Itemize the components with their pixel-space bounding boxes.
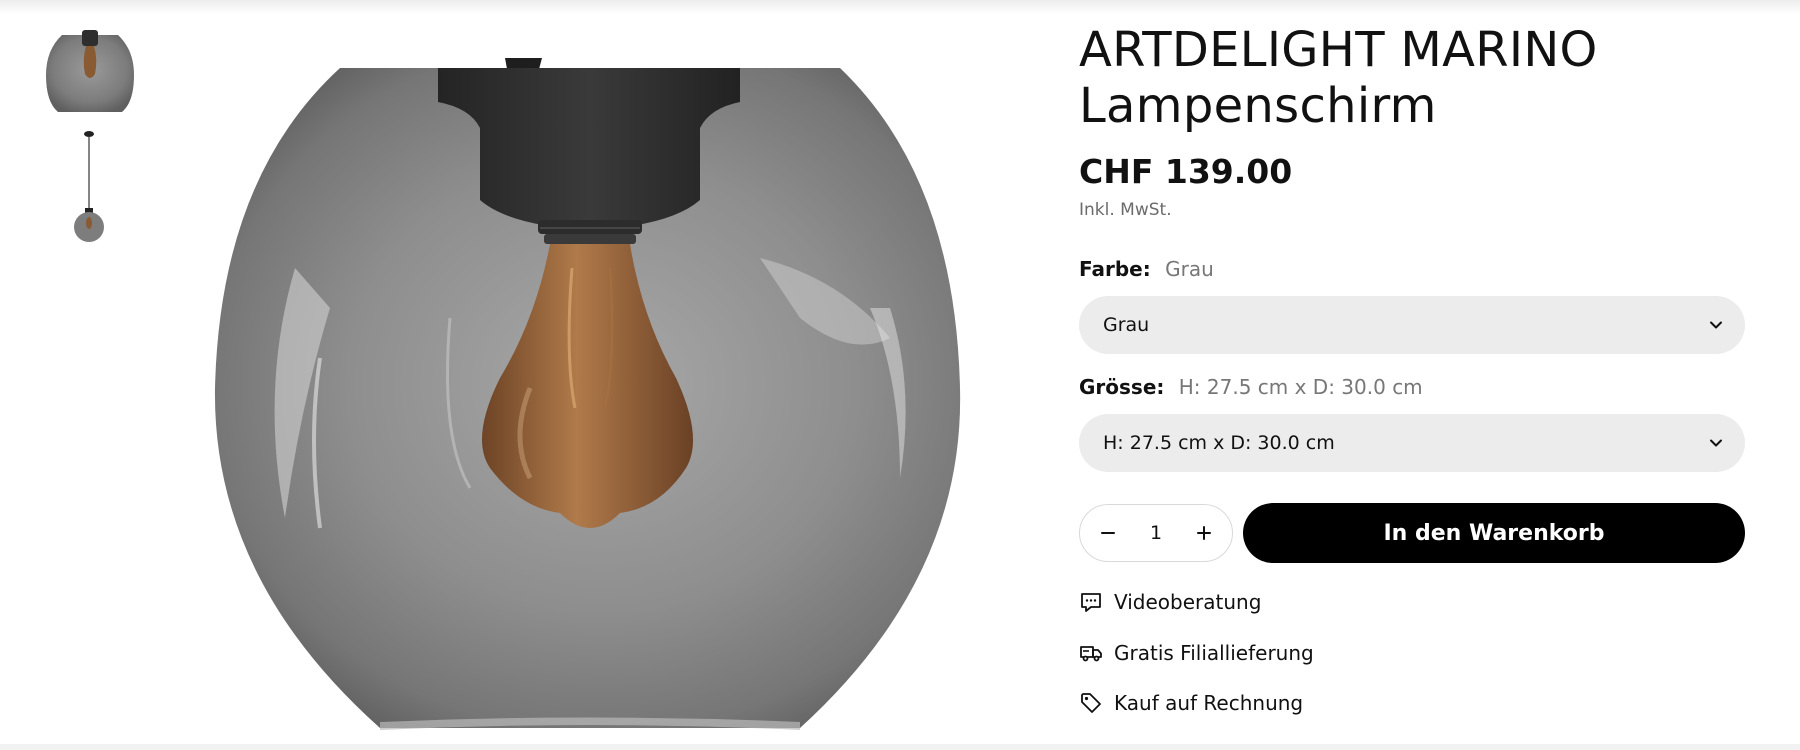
product-title-line1: ARTDELIGHT MARINO bbox=[1079, 22, 1598, 78]
color-selected-value: Grau bbox=[1165, 257, 1214, 281]
quantity-decrease-button[interactable] bbox=[1088, 513, 1128, 553]
color-label: Farbe: bbox=[1079, 257, 1151, 281]
bottom-edge bbox=[0, 744, 1800, 750]
feature-label: Videoberatung bbox=[1114, 590, 1262, 614]
product-title: ARTDELIGHT MARINO Lampenschirm bbox=[1079, 22, 1745, 134]
size-select[interactable]: H: 27.5 cm x D: 30.0 cm bbox=[1079, 414, 1745, 472]
thumbnail-pendant-lamp[interactable] bbox=[64, 130, 114, 242]
pendant-lamp-thumb-image bbox=[74, 131, 104, 242]
plus-icon bbox=[1197, 526, 1211, 540]
size-option-label: Grösse: H: 27.5 cm x D: 30.0 cm bbox=[1079, 374, 1745, 400]
truck-icon bbox=[1080, 646, 1102, 662]
chat-bubble-icon bbox=[1081, 593, 1101, 612]
size-selected-value: H: 27.5 cm x D: 30.0 cm bbox=[1178, 375, 1423, 399]
minus-icon bbox=[1101, 532, 1115, 534]
quantity-value[interactable]: 1 bbox=[1150, 522, 1162, 544]
chevron-down-icon bbox=[1710, 321, 1722, 329]
lamp-shade-thumb-image bbox=[46, 30, 134, 112]
product-title-line2: Lampenschirm bbox=[1079, 78, 1437, 134]
feature-free-delivery[interactable]: Gratis Filiallieferung bbox=[1079, 638, 1745, 668]
chevron-down-icon bbox=[1710, 439, 1722, 447]
size-label: Grösse: bbox=[1079, 375, 1165, 399]
glass-lampshade-illustration bbox=[214, 58, 961, 730]
feature-label: Gratis Filiallieferung bbox=[1114, 641, 1314, 665]
feature-label: Kauf auf Rechnung bbox=[1114, 691, 1304, 715]
feature-pay-on-invoice[interactable]: Kauf auf Rechnung bbox=[1079, 688, 1745, 718]
main-product-image[interactable] bbox=[200, 58, 980, 734]
thumbnail-lamp-shade[interactable] bbox=[44, 30, 136, 116]
tax-note: Inkl. MwSt. bbox=[1079, 200, 1172, 220]
quantity-stepper: 1 bbox=[1079, 504, 1233, 562]
add-to-cart-button[interactable]: In den Warenkorb bbox=[1243, 503, 1745, 563]
color-select-value: Grau bbox=[1103, 314, 1150, 336]
purchase-row: 1 In den Warenkorb bbox=[1079, 503, 1745, 563]
top-shadow bbox=[0, 0, 1800, 14]
tag-icon bbox=[1081, 693, 1101, 713]
size-select-value: H: 27.5 cm x D: 30.0 cm bbox=[1103, 432, 1335, 454]
quantity-increase-button[interactable] bbox=[1184, 513, 1224, 553]
feature-video-consultation[interactable]: Videoberatung bbox=[1079, 587, 1745, 617]
product-price: CHF 139.00 bbox=[1079, 152, 1293, 191]
color-select[interactable]: Grau bbox=[1079, 296, 1745, 354]
color-option-label: Farbe: Grau bbox=[1079, 256, 1745, 282]
product-info-panel: ARTDELIGHT MARINO Lampenschirm CHF 139.0… bbox=[1079, 22, 1745, 718]
